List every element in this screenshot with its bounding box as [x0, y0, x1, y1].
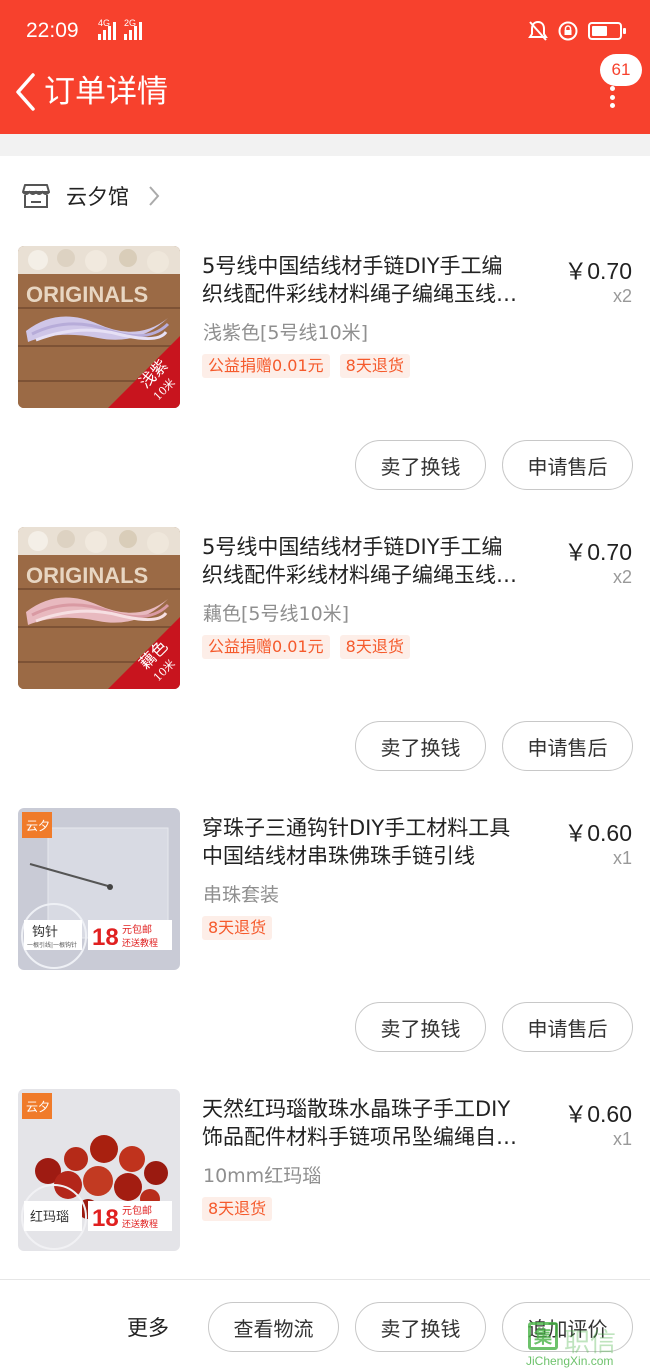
more-options-icon[interactable] — [608, 86, 616, 108]
product-title-line-2: 饰品配件材料手链项吊坠编绳自… — [202, 1125, 517, 1149]
service-tags: 公益捐赠0.01元 8天退货 — [202, 635, 410, 659]
status-time: 22:09 — [26, 19, 79, 42]
thumb-product-label: 钩针 — [32, 925, 58, 940]
product-thumbnail[interactable]: 云夕 钩针 一根引线|一根钩针 18 元包邮 还送教程 — [18, 808, 180, 970]
watermark-site: JiChengXin.com — [526, 1354, 614, 1368]
order-item[interactable]: 云夕 红玛瑙 18 元包邮 还送教程 天然红玛瑙散珠水晶珠子手工DIY 饰品配件… — [0, 1089, 650, 1269]
return-policy-tag: 8天退货 — [202, 916, 273, 940]
return-policy-tag: 8天退货 — [339, 354, 410, 378]
chevron-left-icon — [16, 73, 35, 111]
product-spec: 10mm红玛瑙 — [203, 1165, 322, 1187]
site-watermark: 集 职信 JiChengXin.com — [526, 1320, 644, 1370]
view-logistics-button[interactable]: 查看物流 — [208, 1302, 339, 1352]
promo-subtext: 还送教程 — [122, 937, 158, 949]
product-title-line-1: 5号线中国结线材手链DIY手工编 — [202, 254, 503, 278]
order-item[interactable]: 云夕 钩针 一根引线|一根钩针 18 元包邮 还送教程 穿珠子三通钩针DIY手工… — [0, 808, 650, 1089]
product-title[interactable]: 穿珠子三通钩针DIY手工材料工具 中国结线材串珠佛珠手链引线 — [202, 814, 546, 870]
product-thumbnail[interactable]: ORIGINALS 藕色 10米 — [18, 527, 180, 689]
more-actions-link[interactable]: 更多 — [127, 1312, 169, 1342]
product-title[interactable]: 5号线中国结线材手链DIY手工编 织线配件彩线材料绳子编绳玉线… — [202, 252, 546, 308]
product-title-line-1: 穿珠子三通钩针DIY手工材料工具 — [202, 816, 511, 840]
promo-text: 元包邮 — [122, 923, 152, 936]
product-title[interactable]: 5号线中国结线材手链DIY手工编 织线配件彩线材料绳子编绳玉线… — [202, 533, 546, 589]
promo-number: 18 — [92, 924, 119, 951]
return-policy-tag: 8天退货 — [202, 1197, 273, 1221]
network-type-label: 4G — [98, 18, 111, 28]
product-thumbnail[interactable]: 云夕 红玛瑙 18 元包邮 还送教程 — [18, 1089, 180, 1251]
service-tags: 8天退货 — [202, 1197, 273, 1221]
shop-name: 云夕馆 — [66, 185, 129, 209]
after-sale-button[interactable]: 申请售后 — [502, 721, 633, 771]
chevron-right-icon — [149, 186, 160, 206]
thumb-brand-text: ORIGINALS — [26, 282, 148, 307]
after-sale-button[interactable]: 申请售后 — [502, 1002, 633, 1052]
product-spec: 串珠套装 — [203, 884, 280, 906]
bell-muted-icon — [528, 20, 548, 41]
order-item[interactable]: ORIGINALS 浅紫 10米 5号线中国结线材手链DIY手工编 织线配件彩线… — [0, 246, 650, 527]
sell-button[interactable]: 卖了换钱 — [355, 721, 486, 771]
sell-button[interactable]: 卖了换钱 — [355, 1302, 486, 1352]
section-divider — [0, 134, 650, 156]
product-title-line-2: 中国结线材串珠佛珠手链引线 — [202, 844, 475, 868]
product-title-line-2: 织线配件彩线材料绳子编绳玉线… — [202, 563, 517, 587]
status-bar: 22:09 4G 2G — [0, 0, 650, 66]
sell-button[interactable]: 卖了换钱 — [355, 440, 486, 490]
product-spec: 藕色[5号线10米] — [203, 603, 350, 625]
thumb-brand-text: ORIGINALS — [26, 563, 148, 588]
product-quantity: x1 — [612, 1129, 632, 1149]
store-icon — [22, 184, 50, 208]
thumb-product-sub: 一根引线|一根钩针 — [27, 941, 77, 949]
battery-icon — [588, 22, 626, 40]
charity-tag: 公益捐赠0.01元 — [202, 635, 330, 659]
signal-icon: 4G — [98, 18, 116, 40]
brand-logo-text: 云夕 — [26, 1100, 50, 1114]
shop-header[interactable]: 云夕馆 — [0, 170, 650, 222]
product-title[interactable]: 天然红玛瑙散珠水晶珠子手工DIY 饰品配件材料手链项吊坠编绳自… — [202, 1095, 546, 1151]
watermark-logo: 集 — [528, 1322, 558, 1350]
brand-logo-text: 云夕 — [26, 819, 50, 833]
status-icons — [528, 20, 626, 42]
back-button[interactable] — [8, 70, 42, 114]
service-tags: 公益捐赠0.01元 8天退货 — [202, 354, 410, 378]
network-type-label-2: 2G — [124, 18, 137, 28]
message-count-badge[interactable]: 61 — [600, 54, 642, 86]
after-sale-button[interactable]: 申请售后 — [502, 440, 633, 490]
product-title-line-1: 天然红玛瑙散珠水晶珠子手工DIY — [202, 1097, 511, 1121]
product-quantity: x1 — [612, 848, 632, 868]
product-spec: 浅紫色[5号线10米] — [203, 322, 369, 344]
product-price: ￥0.70 — [564, 539, 632, 565]
promo-subtext: 还送教程 — [122, 1218, 158, 1230]
thumb-product-label: 红玛瑙 — [30, 1209, 69, 1225]
product-price: ￥0.60 — [564, 1101, 632, 1127]
promo-text: 元包邮 — [122, 1204, 152, 1217]
promo-number: 18 — [92, 1205, 119, 1232]
product-title-line-2: 织线配件彩线材料绳子编绳玉线… — [202, 282, 517, 306]
order-item[interactable]: ORIGINALS 藕色 10米 5号线中国结线材手链DIY手工编 织线配件彩线… — [0, 527, 650, 808]
product-quantity: x2 — [612, 286, 632, 306]
sell-button[interactable]: 卖了换钱 — [355, 1002, 486, 1052]
signal-icon-2: 2G — [124, 18, 142, 40]
lock-icon — [558, 21, 578, 41]
product-title-line-1: 5号线中国结线材手链DIY手工编 — [202, 535, 503, 559]
top-app-bar: 22:09 4G 2G 订单详情 61 — [0, 0, 650, 134]
product-quantity: x2 — [612, 567, 632, 587]
product-price: ￥0.60 — [564, 820, 632, 846]
page-title: 订单详情 — [44, 74, 168, 110]
charity-tag: 公益捐赠0.01元 — [202, 354, 330, 378]
product-thumbnail[interactable]: ORIGINALS 浅紫 10米 — [18, 246, 180, 408]
service-tags: 8天退货 — [202, 916, 273, 940]
return-policy-tag: 8天退货 — [339, 635, 410, 659]
product-price: ￥0.70 — [564, 258, 632, 284]
